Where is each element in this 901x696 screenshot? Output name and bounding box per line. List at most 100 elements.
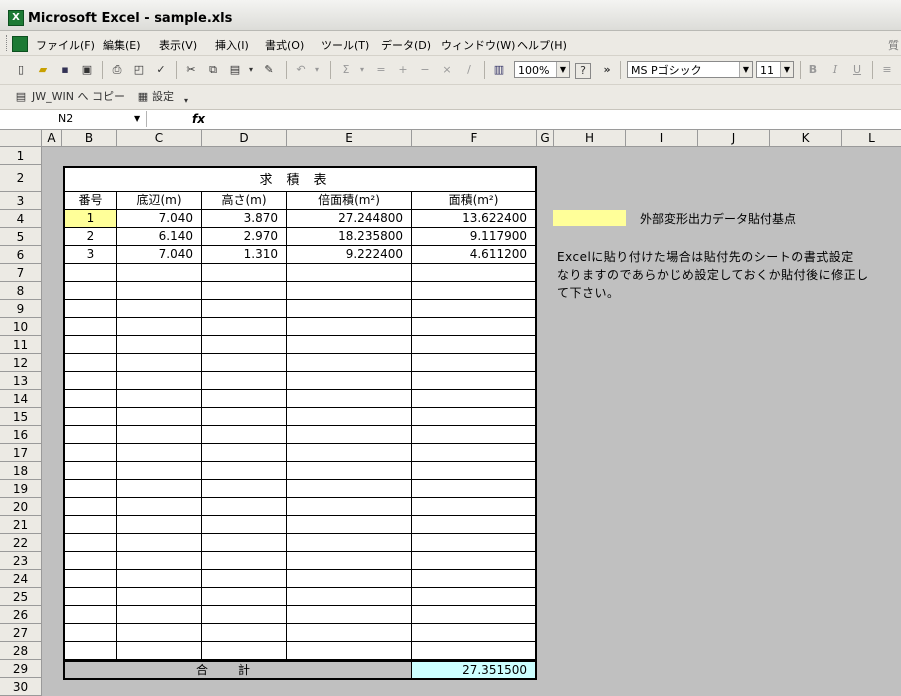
empty-cell[interactable] [287, 408, 412, 426]
empty-cell[interactable] [117, 444, 202, 462]
empty-cell[interactable] [117, 498, 202, 516]
align-left-icon[interactable]: ≡ [878, 61, 896, 79]
empty-cell[interactable] [412, 300, 537, 318]
empty-cell[interactable] [287, 336, 412, 354]
empty-cell[interactable] [117, 534, 202, 552]
empty-cell[interactable] [287, 354, 412, 372]
empty-cell[interactable] [202, 282, 287, 300]
empty-cell[interactable] [63, 552, 117, 570]
empty-cell[interactable] [63, 372, 117, 390]
empty-cell[interactable] [287, 606, 412, 624]
column-header-a[interactable]: A [42, 130, 62, 147]
row-header-24[interactable]: 24 [0, 570, 42, 588]
row-header-10[interactable]: 10 [0, 318, 42, 336]
empty-cell[interactable] [117, 372, 202, 390]
empty-cell[interactable] [117, 624, 202, 642]
save-icon[interactable]: ▪ [56, 61, 74, 79]
row-header-2[interactable]: 2 [0, 165, 42, 192]
cell-double-area-1[interactable]: 27.244800 [287, 210, 412, 228]
total-value[interactable]: 27.351500 [412, 660, 537, 680]
empty-cell[interactable] [63, 462, 117, 480]
italic-icon[interactable]: I [826, 61, 844, 79]
spelling-icon[interactable]: ✓ [152, 61, 170, 79]
cell-height-2[interactable]: 2.970 [202, 228, 287, 246]
row-header-4[interactable]: 4 [0, 210, 42, 228]
empty-cell[interactable] [63, 300, 117, 318]
paste-icon[interactable]: ▤ [226, 61, 244, 79]
chart-wizard-icon[interactable]: ▥ [490, 61, 508, 79]
font-name-dropdown-icon[interactable]: ▼ [739, 62, 752, 77]
undo-dropdown-icon[interactable]: ▾ [312, 61, 322, 79]
empty-cell[interactable] [202, 372, 287, 390]
row-header-18[interactable]: 18 [0, 462, 42, 480]
empty-cell[interactable] [117, 336, 202, 354]
empty-cell[interactable] [63, 282, 117, 300]
row-header-28[interactable]: 28 [0, 642, 42, 660]
insert-function-icon[interactable]: fx [192, 112, 205, 126]
jw-copy-button[interactable]: JW_WIN へ コピー [32, 88, 132, 106]
cell-double-area-2[interactable]: 18.235800 [287, 228, 412, 246]
empty-cell[interactable] [287, 264, 412, 282]
empty-cell[interactable] [117, 408, 202, 426]
empty-cell[interactable] [202, 480, 287, 498]
row-header-15[interactable]: 15 [0, 408, 42, 426]
zoom-dropdown-icon[interactable]: ▼ [556, 62, 569, 77]
empty-cell[interactable] [287, 282, 412, 300]
row-header-6[interactable]: 6 [0, 246, 42, 264]
column-header-e[interactable]: E [287, 130, 412, 147]
empty-cell[interactable] [202, 444, 287, 462]
more-buttons-icon[interactable]: » [600, 61, 614, 79]
row-header-16[interactable]: 16 [0, 426, 42, 444]
empty-cell[interactable] [287, 624, 412, 642]
empty-cell[interactable] [287, 480, 412, 498]
empty-cell[interactable] [117, 300, 202, 318]
empty-cell[interactable] [287, 444, 412, 462]
empty-cell[interactable] [287, 426, 412, 444]
empty-cell[interactable] [63, 624, 117, 642]
empty-cell[interactable] [202, 498, 287, 516]
empty-cell[interactable] [117, 516, 202, 534]
empty-cell[interactable] [63, 498, 117, 516]
empty-cell[interactable] [412, 624, 537, 642]
empty-cell[interactable] [63, 444, 117, 462]
bold-icon[interactable]: B [804, 61, 822, 79]
empty-cell[interactable] [117, 570, 202, 588]
empty-cell[interactable] [412, 336, 537, 354]
empty-cell[interactable] [412, 444, 537, 462]
row-header-22[interactable]: 22 [0, 534, 42, 552]
copy-icon[interactable]: ⧉ [204, 61, 222, 79]
empty-cell[interactable] [202, 462, 287, 480]
empty-cell[interactable] [412, 552, 537, 570]
empty-cell[interactable] [202, 354, 287, 372]
jw-copy-icon[interactable]: ▤ [12, 88, 30, 106]
autosum-icon[interactable]: Σ [337, 61, 355, 79]
empty-cell[interactable] [412, 516, 537, 534]
cell-area-2[interactable]: 9.117900 [412, 228, 537, 246]
cell-number-3[interactable]: 3 [63, 246, 117, 264]
empty-cell[interactable] [63, 318, 117, 336]
paste-dropdown-icon[interactable]: ▾ [246, 61, 256, 79]
empty-cell[interactable] [287, 552, 412, 570]
row-header-20[interactable]: 20 [0, 498, 42, 516]
empty-cell[interactable] [202, 606, 287, 624]
cell-base-2[interactable]: 6.140 [117, 228, 202, 246]
empty-cell[interactable] [412, 372, 537, 390]
table-header-number[interactable]: 番号 [63, 192, 117, 210]
menu-edit[interactable]: 編集(E) [103, 37, 141, 53]
empty-cell[interactable] [117, 426, 202, 444]
format-painter-icon[interactable]: ✎ [260, 61, 278, 79]
cell-base-1[interactable]: 7.040 [117, 210, 202, 228]
cut-icon[interactable]: ✂ [182, 61, 200, 79]
empty-cell[interactable] [63, 534, 117, 552]
cell-number-1[interactable]: 1 [63, 210, 117, 228]
empty-cell[interactable] [117, 390, 202, 408]
menu-insert[interactable]: 挿入(I) [215, 37, 249, 53]
cell-number-2[interactable]: 2 [63, 228, 117, 246]
empty-cell[interactable] [202, 300, 287, 318]
empty-cell[interactable] [412, 588, 537, 606]
empty-cell[interactable] [412, 498, 537, 516]
empty-cell[interactable] [287, 498, 412, 516]
row-header-25[interactable]: 25 [0, 588, 42, 606]
font-name-select[interactable]: MS Pゴシック ▼ [627, 61, 753, 78]
row-header-5[interactable]: 5 [0, 228, 42, 246]
